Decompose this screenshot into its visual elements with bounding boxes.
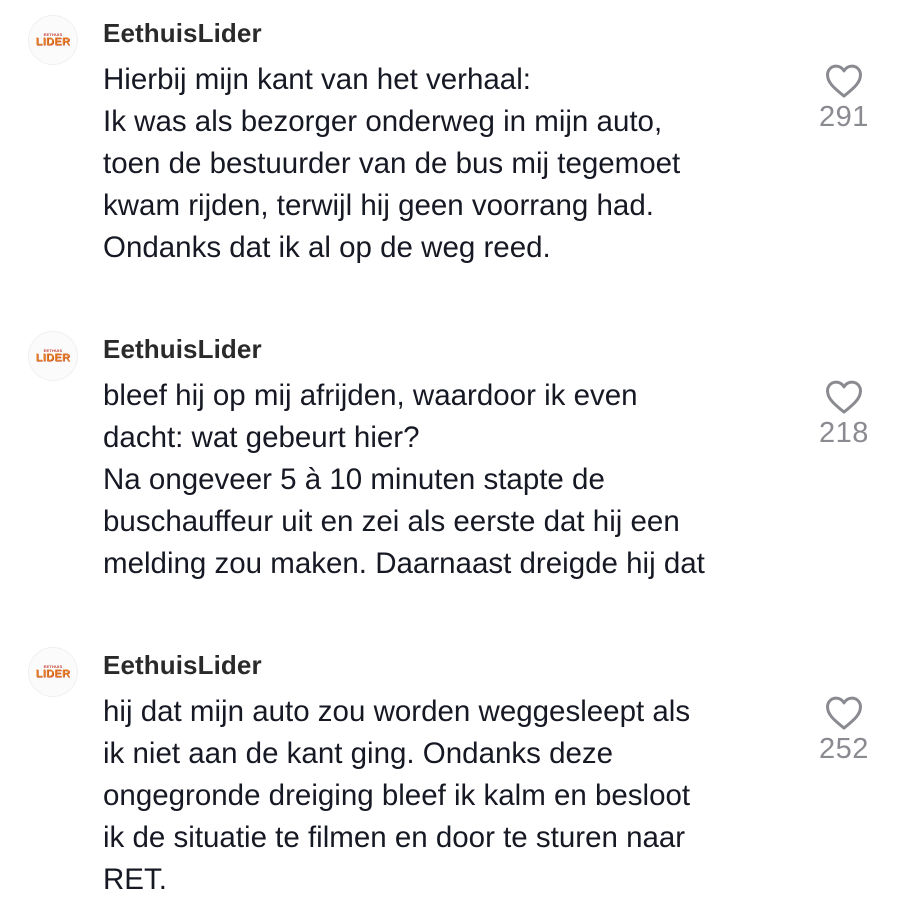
heart-outline-icon[interactable]: [825, 379, 863, 415]
like-button[interactable]: 252: [808, 695, 880, 766]
comment-text: Hierbij mijn kant van het verhaal: Ik wa…: [103, 59, 793, 269]
comment-text-line: toen de bestuurder van de bus mij tegemo…: [103, 147, 681, 180]
like-count: 252: [819, 733, 869, 765]
comment-text-line: Hierbij mijn kant van het verhaal:: [103, 63, 531, 96]
comment-username[interactable]: EethuisLider: [103, 650, 262, 681]
avatar[interactable]: EETHUIS LIDER: [28, 15, 78, 65]
like-button[interactable]: 291: [808, 63, 880, 134]
comment-text: bleef hij op mij afrijden, waardoor ik e…: [103, 375, 793, 585]
comment-text-line: ik de situatie te filmen en door te stur…: [103, 821, 686, 854]
avatar-logo-text: LIDER: [35, 667, 71, 680]
comment-text-line: ik niet aan de kant ging. Ondanks deze: [103, 737, 614, 770]
heart-outline-icon[interactable]: [825, 695, 863, 731]
comment-text-line: Ondanks dat ik al op de weg reed.: [103, 231, 551, 264]
avatar[interactable]: EETHUIS LIDER: [28, 647, 78, 697]
heart-outline-icon[interactable]: [825, 63, 863, 99]
comment-text-line: bleef hij op mij afrijden, waardoor ik e…: [103, 379, 638, 412]
comment-username[interactable]: EethuisLider: [103, 334, 262, 365]
comment-text-line: Na ongeveer 5 à 10 minuten stapte de: [103, 463, 605, 496]
like-button[interactable]: 218: [808, 379, 880, 450]
comment-text-line: melding zou maken. Daarnaast dreigde hij…: [103, 547, 705, 580]
avatar-logo-text: LIDER: [35, 351, 71, 364]
comment-text-line: kwam rijden, terwijl hij geen voorrang h…: [103, 189, 654, 222]
comment-text-line: hij dat mijn auto zou worden weggesleept…: [103, 695, 691, 728]
comment-text-line: dacht: wat gebeurt hier?: [103, 421, 420, 454]
comment-username[interactable]: EethuisLider: [103, 18, 262, 49]
comment-text-line: ongegronde dreiging bleef ik kalm en bes…: [103, 779, 691, 812]
comment-text-line: RET.: [103, 863, 167, 896]
avatar[interactable]: EETHUIS LIDER: [28, 331, 78, 381]
like-count: 291: [819, 101, 869, 133]
comment-text-line: buschauffeur uit en zei als eerste dat h…: [103, 505, 680, 538]
like-count: 218: [819, 417, 869, 449]
comment-text-line: Ik was als bezorger onderweg in mijn aut…: [103, 105, 663, 138]
avatar-logo-text: LIDER: [35, 35, 71, 48]
comment-text: hij dat mijn auto zou worden weggesleept…: [103, 691, 793, 901]
